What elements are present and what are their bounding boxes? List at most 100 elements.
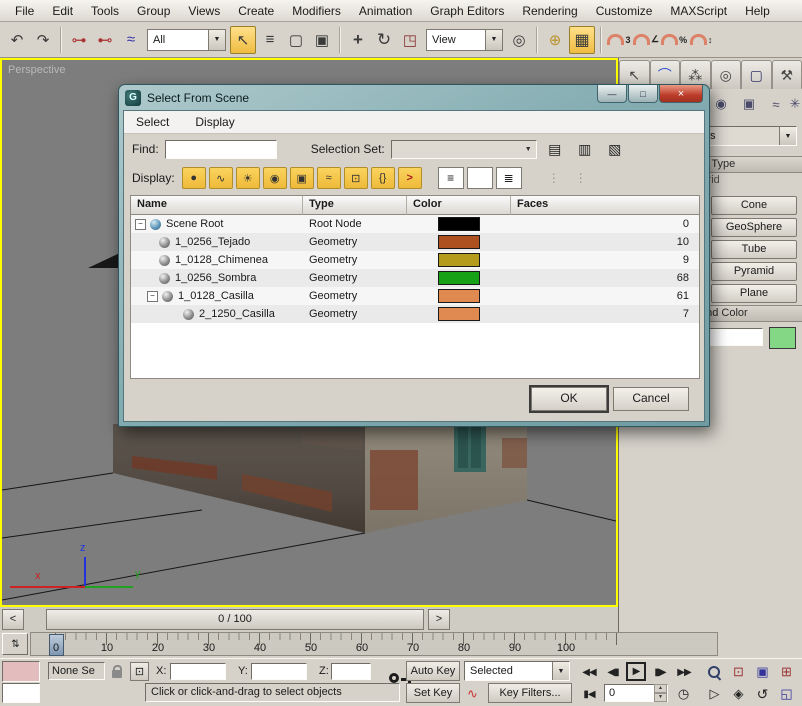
key-mode-toggle-icon[interactable]: ▮◀ [578, 685, 600, 703]
maximize-viewport-icon[interactable]: ◱ [776, 684, 796, 704]
utilities-tab-icon[interactable]: ⚒ [772, 60, 802, 89]
dropdown-arrow-icon[interactable]: ▼ [525, 146, 532, 153]
color-swatch[interactable] [438, 271, 480, 285]
snap-3d-icon[interactable]: 3 [607, 27, 631, 53]
menu-group[interactable]: Group [128, 1, 179, 21]
key-filters-button[interactable]: Key Filters... [488, 683, 572, 703]
column-type[interactable]: Type [303, 196, 407, 215]
current-frame-field[interactable]: 0 ▲▼ [604, 684, 668, 702]
time-slider-prev-icon[interactable]: < [2, 609, 24, 630]
dropdown-arrow-icon[interactable]: ▼ [485, 30, 502, 50]
viewport-label[interactable]: Perspective [8, 64, 65, 76]
frame-spinner[interactable]: ▲▼ [654, 685, 667, 701]
menu-tools[interactable]: Tools [82, 1, 128, 21]
dropdown-arrow-icon[interactable]: ▼ [208, 30, 225, 50]
display-helpers-icon[interactable]: ▣ [290, 167, 314, 189]
zoom-all-icon[interactable]: ⊡ [728, 662, 748, 682]
table-row[interactable]: 2_1250_Casilla Geometry 7 [131, 305, 699, 323]
select-and-manipulate-icon[interactable]: ⊕ [543, 27, 567, 53]
systems-category-icon[interactable]: ✳ [785, 94, 802, 114]
y-coord-field[interactable] [251, 663, 307, 680]
tube-button[interactable]: Tube [711, 240, 797, 259]
select-and-move-icon[interactable]: + [346, 27, 370, 53]
z-coord-field[interactable] [331, 663, 371, 680]
column-faces[interactable]: Faces [511, 196, 699, 215]
blank-view-icon[interactable] [467, 167, 493, 189]
track-bar-ruler[interactable]: 0 10 20 30 40 50 60 70 80 90 100 [30, 632, 718, 656]
object-color-swatch[interactable] [769, 327, 796, 349]
selection-lock-icon[interactable] [112, 670, 122, 678]
dialog-menu-select[interactable]: Select [136, 115, 169, 129]
maximize-icon[interactable]: □ [628, 85, 658, 103]
column-color[interactable]: Color [407, 196, 511, 215]
pan-icon[interactable]: ◈ [728, 684, 748, 704]
save-selection-set-icon[interactable]: ▤ [543, 139, 567, 159]
select-by-name-icon[interactable]: ≡ [258, 27, 282, 53]
go-to-start-icon[interactable]: ◀◀ [578, 663, 600, 681]
display-cameras-icon[interactable]: ◉ [263, 167, 287, 189]
select-and-scale-icon[interactable]: ◳ [398, 27, 422, 53]
menu-file[interactable]: File [6, 1, 43, 21]
add-selection-set-icon[interactable]: ▥ [573, 139, 597, 159]
color-swatch[interactable] [438, 253, 480, 267]
time-slider-next-icon[interactable]: > [428, 609, 450, 630]
geosphere-button[interactable]: GeoSphere [711, 218, 797, 237]
mini-curve-editor-icon[interactable]: ⇅ [2, 633, 28, 655]
spacewarps-category-icon[interactable]: ≈ [766, 94, 786, 114]
list-view-icon[interactable]: ≡ [438, 167, 464, 189]
color-swatch[interactable] [438, 307, 480, 321]
cancel-button[interactable]: Cancel [613, 387, 689, 411]
column-name[interactable]: Name [131, 196, 303, 215]
redo-icon[interactable]: ↷ [31, 27, 55, 53]
default-in-out-tangent-icon[interactable]: ∿ [462, 685, 482, 703]
zoom-extents-icon[interactable]: ▣ [752, 662, 772, 682]
menu-create[interactable]: Create [229, 1, 283, 21]
display-groups-icon[interactable]: ⊡ [344, 167, 368, 189]
selection-filter-dropdown[interactable]: All ▼ [147, 29, 226, 51]
table-row[interactable]: 1_0256_Sombra Geometry 68 [131, 269, 699, 287]
time-slider-handle[interactable]: 0 / 100 [46, 609, 424, 630]
menu-maxscript[interactable]: MAXScript [661, 1, 736, 21]
expander-icon[interactable]: − [135, 219, 146, 230]
dropdown-arrow-icon[interactable]: ▼ [552, 662, 569, 680]
select-object-icon[interactable]: ↖ [230, 26, 256, 54]
color-swatch[interactable] [438, 217, 480, 231]
find-input[interactable] [165, 140, 277, 159]
time-configuration-icon[interactable]: ◷ [674, 685, 692, 703]
set-key-button[interactable]: Set Key [406, 683, 460, 703]
minimize-icon[interactable]: — [597, 85, 627, 103]
display-shapes-icon[interactable]: ∿ [209, 167, 233, 189]
go-to-end-icon[interactable]: ▶▶ [673, 663, 695, 681]
menu-views[interactable]: Views [179, 1, 229, 21]
menu-graph-editors[interactable]: Graph Editors [421, 1, 513, 21]
display-xrefs-icon[interactable]: {} [371, 167, 395, 189]
display-geometry-icon[interactable]: ● [182, 167, 206, 189]
percent-snap-icon[interactable]: % [661, 27, 687, 53]
display-bones-icon[interactable]: > [398, 167, 422, 189]
detail-view-icon[interactable]: ≣ [496, 167, 522, 189]
key-set-dropdown[interactable]: Selected ▼ [464, 661, 570, 681]
window-crossing-icon[interactable]: ▣ [310, 27, 334, 53]
table-row[interactable]: − 1_0128_Casilla Geometry 61 [131, 287, 699, 305]
next-frame-icon[interactable]: ▮▶ [650, 663, 670, 681]
previous-frame-icon[interactable]: ◀▮ [603, 663, 623, 681]
helpers-category-icon[interactable]: ▣ [739, 94, 759, 114]
auto-key-button[interactable]: Auto Key [406, 661, 460, 681]
menu-edit[interactable]: Edit [43, 1, 82, 21]
arc-rotate-icon[interactable]: ↺ [752, 684, 772, 704]
color-swatch[interactable] [438, 289, 480, 303]
menu-animation[interactable]: Animation [350, 1, 421, 21]
bind-to-spacewarp-icon[interactable]: ≈ [119, 27, 143, 53]
cameras-category-icon[interactable]: ◉ [711, 94, 731, 114]
spinner-snap-icon[interactable]: ↕ [689, 27, 713, 53]
zoom-extents-all-icon[interactable]: ⊞ [776, 662, 796, 682]
use-pivot-center-icon[interactable]: ◎ [507, 27, 531, 53]
expander-icon[interactable]: − [147, 291, 158, 302]
table-row[interactable]: 1_0256_Tejado Geometry 10 [131, 233, 699, 251]
menu-customize[interactable]: Customize [587, 1, 662, 21]
set-keys-key-icon[interactable] [389, 673, 399, 683]
menu-modifiers[interactable]: Modifiers [283, 1, 350, 21]
ok-button[interactable]: OK [531, 387, 607, 411]
pyramid-button[interactable]: Pyramid [711, 262, 797, 281]
cone-button[interactable]: Cone [711, 196, 797, 215]
